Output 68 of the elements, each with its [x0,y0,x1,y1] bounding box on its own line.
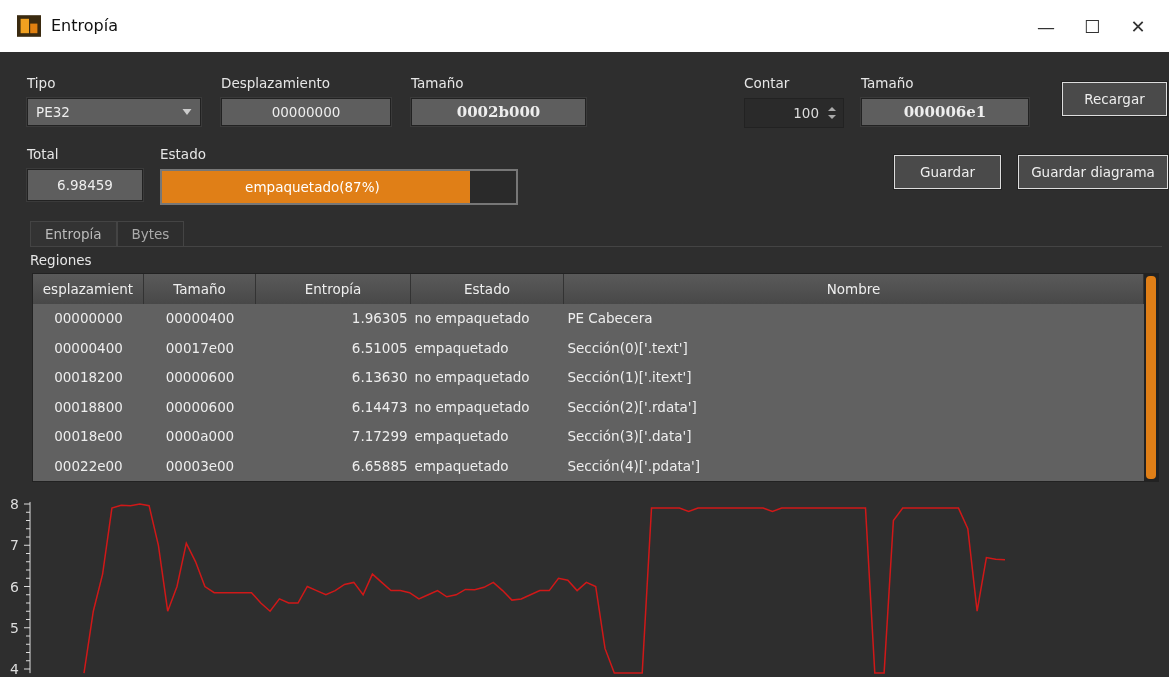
column-header[interactable]: Entropía [256,274,411,305]
table-cell-text: Sección(4)['.pdata'] [566,456,701,476]
reload-button[interactable]: Recargar [1062,82,1167,116]
table-cell-text: 00018e00 [53,427,124,447]
minimize-button[interactable]: — [1023,12,1069,40]
table-cell-text: 00000600 [164,397,236,417]
tab[interactable]: Entropía [30,221,117,247]
window-title: Entropía [51,15,118,37]
maximize-button[interactable]: ☐ [1069,12,1115,40]
save-chart-button[interactable]: Guardar diagrama [1018,155,1168,189]
column-header[interactable]: Tamaño [144,274,256,305]
table-cell-text: 00018200 [53,368,124,388]
table-cell-text: no empaquetado [413,397,531,417]
tick-label: 6 [10,578,19,595]
table-cell-text: empaquetado [413,427,510,447]
column-header[interactable]: Estado [411,274,564,305]
table-cell-text: no empaquetado [413,368,531,388]
tick-label: 7 [10,537,19,554]
table-cell-text: 6.51005 [350,338,409,358]
table-cell-text: 1.96305 [350,309,409,329]
field-label: Estado [160,145,207,163]
column-header[interactable]: Nombre [564,274,1144,305]
table-cell-text: 00003e00 [164,456,236,476]
total-field: 6.98459 [27,169,143,201]
table-cell-text: 6.13630 [350,368,409,388]
field-label: Total [27,145,60,163]
value-field: 00000000 [221,98,391,126]
field-label: Desplazamiento [221,74,331,92]
close-button[interactable]: ✕ [1115,12,1161,40]
field-label: Contar [744,74,791,92]
spinner-arrows-icon[interactable] [827,105,837,121]
save-button[interactable]: Guardar [894,155,1001,189]
progress-text: empaquetado(87%) [244,177,381,197]
tick-label: 5 [10,620,19,636]
section-label: Regiones [30,251,92,270]
tab[interactable]: Bytes [116,221,185,247]
table-cell-text: Sección(2)['.rdata'] [566,397,698,417]
table-cell-text: Sección(3)['.data'] [566,427,693,447]
table-cell-text: 00018800 [53,397,124,417]
tick-label: 4 [10,661,19,677]
scrollbar[interactable] [1144,274,1158,482]
count-spinner[interactable]: 100 [744,98,844,128]
value-field: 0002b000 [411,98,586,126]
caret-icon [182,109,192,115]
table-cell-text: Sección(1)['.itext'] [566,368,693,388]
field-label: Tipo [27,74,57,92]
table-cell-text: 00022e00 [53,456,124,476]
type-dropdown[interactable]: PE32 [27,98,201,126]
table-cell-text: 00000400 [53,338,124,358]
value-field: 000006e1 [861,98,1029,126]
app-logo-icon [17,15,41,37]
table-cell-text: 0000a000 [164,427,236,447]
table-cell-text: 6.14473 [350,397,409,417]
table-cell-text: 00000600 [164,368,236,388]
table-cell-text: 00000000 [53,309,124,329]
tick-label: 8 [10,496,19,513]
field-label: Tamaño [861,74,915,92]
field-label: Tamaño [411,74,465,92]
table-cell-text: Sección(0)['.text'] [566,338,689,358]
table-cell-text: 00000400 [164,309,236,329]
column-header[interactable]: esplazamient [33,274,144,305]
table-cell-text: no empaquetado [413,309,531,329]
table-cell-text: PE Cabecera [566,309,654,329]
table-cell-text: 7.17299 [350,427,409,447]
table-cell-text: empaquetado [413,338,510,358]
table-cell-text: empaquetado [413,456,510,476]
table-cell-text: 00017e00 [164,338,236,358]
table-cell-text: 6.65885 [350,456,409,476]
